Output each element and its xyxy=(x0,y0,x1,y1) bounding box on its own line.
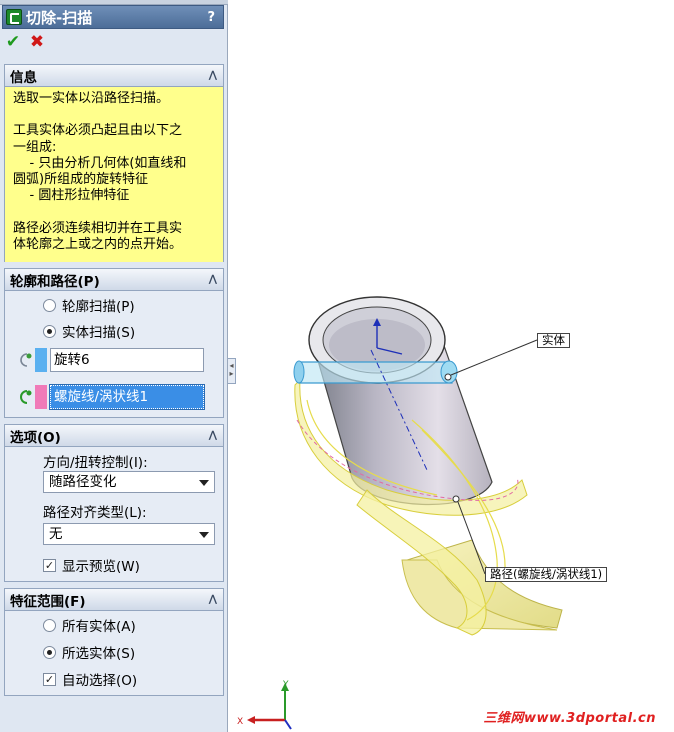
sweep-model-preview xyxy=(293,296,563,636)
tool-body-field[interactable]: 旋转6 xyxy=(50,348,204,372)
feature-scope-group-header[interactable]: 特征范围(F) ⋀ xyxy=(5,589,223,611)
cut-sweep-icon xyxy=(6,9,22,25)
profile-sweep-option[interactable]: 轮廓扫描(P) xyxy=(43,295,135,315)
profile-path-group: 轮廓和路径(P) ⋀ 轮廓扫描(P) 实体扫描(S) 旋转6 螺旋线/涡状线1 xyxy=(4,268,224,418)
show-preview-checkbox[interactable]: ✓ xyxy=(43,558,56,572)
cancel-button[interactable]: ✖ xyxy=(28,32,46,54)
auto-select-option[interactable]: ✓ 自动选择(O) xyxy=(43,669,137,689)
selected-bodies-label: 所选实体(S) xyxy=(62,646,136,662)
path-color-swatch xyxy=(35,385,47,409)
path-alignment-value: 无 xyxy=(49,526,63,542)
path-icon xyxy=(13,387,35,407)
solid-pick-point xyxy=(444,373,452,381)
tool-body-color-swatch xyxy=(35,348,47,372)
info-group-header[interactable]: 信息 ⋀ xyxy=(5,65,223,87)
chevron-down-icon xyxy=(199,480,209,486)
profile-sweep-label: 轮廓扫描(P) xyxy=(62,299,135,315)
all-bodies-option[interactable]: 所有实体(A) xyxy=(43,615,136,635)
y-axis-label: Y xyxy=(282,680,289,690)
watermark: 三维网www.3dportal.cn xyxy=(483,711,656,726)
path-alignment-label: 路径对齐类型(L): xyxy=(43,505,147,521)
collapse-icon[interactable]: ⋀ xyxy=(209,274,217,285)
show-preview-option[interactable]: ✓ 显示预览(W) xyxy=(43,555,140,575)
tool-body-icon xyxy=(13,350,35,370)
orientation-label: 方向/扭转控制(I): xyxy=(43,455,148,471)
action-buttons: ✔ ✖ xyxy=(4,32,46,54)
help-icon[interactable]: ? xyxy=(207,10,215,25)
chevron-down-icon xyxy=(199,532,209,538)
path-selection: 螺旋线/涡状线1 xyxy=(13,384,205,410)
orientation-value: 随路径变化 xyxy=(49,474,117,490)
profile-path-group-header[interactable]: 轮廓和路径(P) ⋀ xyxy=(5,269,223,291)
property-manager-title-bar: 切除-扫描 ? xyxy=(2,5,224,29)
graphics-area[interactable]: 实体 路径(螺旋线/涡状线1) Y X 三维网www.3dportal.cn xyxy=(237,0,674,732)
x-axis-label: X xyxy=(237,717,243,727)
solid-callout[interactable]: 实体 xyxy=(537,333,570,348)
options-group: 选项(O) ⋀ 方向/扭转控制(I): 随路径变化 路径对齐类型(L): 无 ✓… xyxy=(4,424,224,582)
all-bodies-radio[interactable] xyxy=(43,618,56,632)
options-group-header[interactable]: 选项(O) ⋀ xyxy=(5,425,223,447)
feature-scope-group-title: 特征范围(F) xyxy=(10,593,86,610)
options-group-title: 选项(O) xyxy=(10,429,61,446)
all-bodies-label: 所有实体(A) xyxy=(62,619,136,635)
path-callout[interactable]: 路径(螺旋线/涡状线1) xyxy=(485,567,608,582)
path-alignment-dropdown[interactable]: 无 xyxy=(43,523,215,545)
ok-button[interactable]: ✔ xyxy=(4,32,22,54)
auto-select-label: 自动选择(O) xyxy=(62,673,138,689)
path-pick-point xyxy=(452,495,460,503)
solid-sweep-option[interactable]: 实体扫描(S) xyxy=(43,321,135,341)
orientation-dropdown[interactable]: 随路径变化 xyxy=(43,471,215,493)
feature-title: 切除-扫描 xyxy=(26,8,93,27)
feature-scope-group: 特征范围(F) ⋀ 所有实体(A) 所选实体(S) ✓ 自动选择(O) xyxy=(4,588,224,696)
auto-select-checkbox[interactable]: ✓ xyxy=(43,672,56,686)
tool-body-selection: 旋转6 xyxy=(13,348,204,372)
profile-path-group-title: 轮廓和路径(P) xyxy=(10,273,100,290)
profile-sweep-radio[interactable] xyxy=(43,298,56,312)
info-group-title: 信息 xyxy=(10,69,37,86)
panel-splitter-handle[interactable]: ◂ ▸ xyxy=(228,358,236,384)
info-group: 信息 ⋀ 选取一实体以沿路径扫描。 工具实体必须凸起且由以下之 一组成: - 只… xyxy=(4,64,224,262)
collapse-icon[interactable]: ⋀ xyxy=(209,70,217,81)
solid-sweep-label: 实体扫描(S) xyxy=(62,325,136,341)
reference-triad: Y X xyxy=(237,680,292,730)
show-preview-label: 显示预览(W) xyxy=(62,559,140,575)
collapse-icon[interactable]: ⋀ xyxy=(209,430,217,441)
property-manager: 切除-扫描 ? ✔ ✖ 信息 ⋀ 选取一实体以沿路径扫描。 工具实体必须凸起且由… xyxy=(0,0,228,732)
selected-bodies-radio[interactable] xyxy=(43,645,56,659)
selected-bodies-option[interactable]: 所选实体(S) xyxy=(43,642,135,662)
solid-sweep-radio[interactable] xyxy=(43,324,56,338)
tool-body xyxy=(298,361,453,384)
info-message: 选取一实体以沿路径扫描。 工具实体必须凸起且由以下之 一组成: - 只由分析几何… xyxy=(5,87,223,262)
collapse-icon[interactable]: ⋀ xyxy=(209,594,217,605)
path-field[interactable]: 螺旋线/涡状线1 xyxy=(49,384,205,410)
